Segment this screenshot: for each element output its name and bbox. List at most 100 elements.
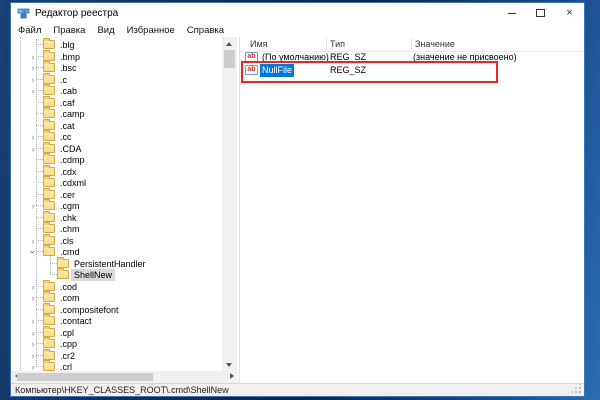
folder-icon xyxy=(43,98,55,107)
tree-item-label[interactable]: .caf xyxy=(57,97,78,109)
chevron-collapsed-icon[interactable]: › xyxy=(29,85,37,97)
tree-item-label[interactable]: .cer xyxy=(57,189,78,201)
scroll-up-arrow-icon[interactable] xyxy=(226,42,232,46)
tree-item-label[interactable]: .chm xyxy=(57,223,83,235)
tree-item-label[interactable]: .cdxml xyxy=(57,177,89,189)
tree-item-persistenthandler[interactable]: PersistentHandler xyxy=(11,258,238,270)
chevron-collapsed-icon[interactable]: › xyxy=(29,200,37,212)
tree-item-label[interactable]: .cc xyxy=(57,131,75,143)
window-controls: × xyxy=(497,3,584,23)
folder-icon xyxy=(43,316,55,325)
tree-connector-line xyxy=(36,136,43,137)
tree-connector-line xyxy=(36,67,43,68)
value-data: (значение не присвоено) xyxy=(413,51,517,64)
tree-item-label[interactable]: .cdmp xyxy=(57,154,88,166)
column-header-type[interactable]: Тип xyxy=(330,37,345,51)
tree-connector-line xyxy=(36,148,43,149)
chevron-collapsed-icon[interactable]: › xyxy=(29,281,37,293)
tree-item-label[interactable]: .cpl xyxy=(57,327,77,339)
column-header-name[interactable]: Имя xyxy=(250,37,268,51)
folder-icon xyxy=(43,351,55,360)
tree-item-label[interactable]: .compositefont xyxy=(57,304,122,316)
folder-icon xyxy=(43,339,55,348)
chevron-collapsed-icon[interactable]: › xyxy=(29,235,37,247)
horizontal-scrollbar-thumb[interactable] xyxy=(17,373,153,381)
value-row-nullfile[interactable]: abNullFileREG_SZ xyxy=(240,64,584,77)
maximize-button[interactable] xyxy=(526,3,555,23)
value-type: REG_SZ xyxy=(330,64,366,77)
chevron-collapsed-icon[interactable]: › xyxy=(29,74,37,86)
chevron-collapsed-icon[interactable]: › xyxy=(29,327,37,339)
menu-item-file[interactable]: Файл xyxy=(11,25,47,36)
tree-item-label[interactable]: PersistentHandler xyxy=(71,258,149,270)
tree-item-label[interactable]: .com xyxy=(57,292,83,304)
tree-item-label[interactable]: .CDA xyxy=(57,143,85,155)
tree-item-label[interactable]: .cdx xyxy=(57,166,80,178)
tree-connector-line xyxy=(36,113,43,114)
chevron-collapsed-icon[interactable]: › xyxy=(29,62,37,74)
tree-connector-line xyxy=(36,182,43,183)
chevron-collapsed-icon[interactable]: › xyxy=(29,292,37,304)
tree-item-label[interactable]: .camp xyxy=(57,108,88,120)
tree-item-cmd[interactable]: ›.cmd xyxy=(11,246,238,258)
tree-item-label[interactable]: .cab xyxy=(57,85,80,97)
tree-item-label[interactable]: .chk xyxy=(57,212,80,224)
tree-item-label[interactable]: .cod xyxy=(57,281,80,293)
tree-item-label[interactable]: .blg xyxy=(57,39,78,51)
tree-item-label[interactable]: .cat xyxy=(57,120,78,132)
value-row--по-умолчанию-[interactable]: ab(По умолчанию)REG_SZ(значение не присв… xyxy=(240,51,584,64)
folder-icon xyxy=(43,224,55,233)
tree-item-label[interactable]: .contact xyxy=(57,315,95,327)
tree-item-label[interactable]: .bsc xyxy=(57,62,80,74)
column-separator[interactable] xyxy=(326,38,327,50)
tree-connector-line xyxy=(36,125,43,126)
folder-icon xyxy=(43,75,55,84)
tree-item-label[interactable]: ShellNew xyxy=(71,269,115,281)
menu-item-view[interactable]: Вид xyxy=(91,25,120,36)
scroll-down-arrow-icon[interactable] xyxy=(226,363,232,367)
values-pane[interactable]: Имя Тип Значение ab(По умолчанию)REG_SZ(… xyxy=(240,37,584,383)
chevron-expanded-icon[interactable]: › xyxy=(27,248,39,256)
vertical-scrollbar-thumb[interactable] xyxy=(224,50,235,68)
tree-item-label[interactable]: .cls xyxy=(57,235,77,247)
folder-icon xyxy=(43,132,55,141)
tree-pane[interactable]: .blg › .bmp › .bsc › .c › .cab.caf.camp.cat › .cc ›… xyxy=(11,37,238,371)
minimize-button[interactable] xyxy=(497,3,526,23)
tree-vertical-scrollbar[interactable] xyxy=(222,37,237,371)
tree-connector-line xyxy=(36,56,43,57)
status-bar-path: Компьютер\HKEY_CLASSES_ROOT\.cmd\ShellNe… xyxy=(15,385,229,395)
tree-item-label[interactable]: .cr2 xyxy=(57,350,78,362)
tree-connector-line xyxy=(50,274,57,275)
tree-item-label[interactable]: .bmp xyxy=(57,51,83,63)
chevron-collapsed-icon[interactable]: › xyxy=(29,143,37,155)
folder-icon xyxy=(43,52,55,61)
chevron-collapsed-icon[interactable]: › xyxy=(29,338,37,350)
chevron-collapsed-icon[interactable]: › xyxy=(29,361,37,371)
minimize-icon xyxy=(508,13,516,14)
tree-connector-line xyxy=(36,159,43,160)
value-name[interactable]: NullFile xyxy=(260,64,294,77)
chevron-collapsed-icon[interactable]: › xyxy=(29,350,37,362)
chevron-collapsed-icon[interactable]: › xyxy=(29,131,37,143)
folder-icon xyxy=(43,247,55,256)
chevron-collapsed-icon[interactable]: › xyxy=(29,315,37,327)
menu-item-favorites[interactable]: Избранное xyxy=(121,25,181,36)
menu-item-help[interactable]: Справка xyxy=(181,25,230,36)
tree-item-crl[interactable]: › .crl xyxy=(11,361,238,371)
resize-grip[interactable] xyxy=(579,391,581,393)
tree-connector-line xyxy=(36,228,43,229)
tree-item-label[interactable]: .cgm xyxy=(57,200,83,212)
menu-item-edit[interactable]: Правка xyxy=(47,25,91,36)
tree-item-label[interactable]: .crl xyxy=(57,361,75,371)
reg-sz-icon: ab xyxy=(245,52,258,62)
column-header-value[interactable]: Значение xyxy=(415,37,455,51)
tree-item-label[interactable]: .c xyxy=(57,74,70,86)
tree-item-label[interactable]: .cpp xyxy=(57,338,80,350)
folder-icon xyxy=(43,121,55,130)
column-separator[interactable] xyxy=(411,38,412,50)
chevron-collapsed-icon[interactable]: › xyxy=(29,51,37,63)
value-name[interactable]: (По умолчанию) xyxy=(260,51,331,64)
scroll-right-arrow-icon[interactable] xyxy=(230,373,234,379)
tree-horizontal-scrollbar[interactable] xyxy=(11,371,238,383)
close-button[interactable]: × xyxy=(555,3,584,23)
